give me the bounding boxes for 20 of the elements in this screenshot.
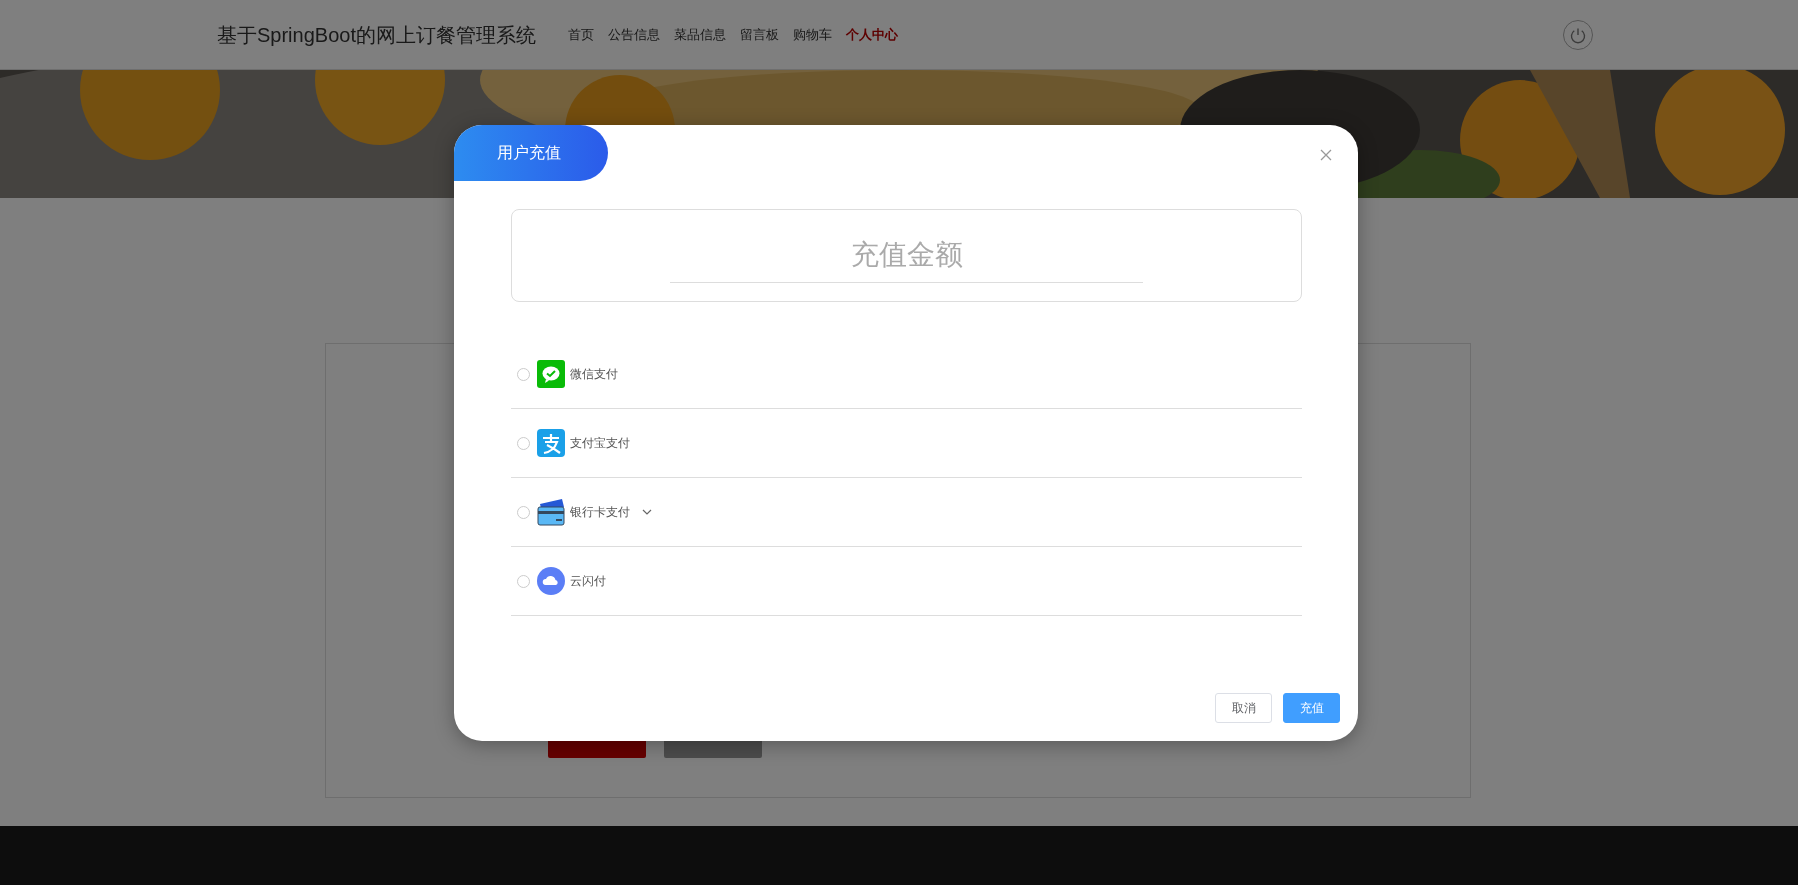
nav-link[interactable]: 个人中心 <box>845 24 898 45</box>
payment-label[interactable]: 微信支付 <box>570 365 618 383</box>
nav-link[interactable]: 留言板 <box>739 24 779 45</box>
payment-label[interactable]: 银行卡支付 <box>570 503 630 521</box>
bank-card-icon <box>537 498 565 526</box>
payment-label[interactable]: 云闪付 <box>570 572 606 590</box>
cloud-icon <box>537 567 565 595</box>
nav-link[interactable]: 购物车 <box>792 24 832 45</box>
site-title: 基于SpringBoot的网上订餐管理系统 <box>217 22 536 48</box>
cancel-button[interactable]: 取消 <box>1215 693 1272 723</box>
nav-link[interactable]: 首页 <box>567 24 594 45</box>
chevron-down-icon[interactable] <box>642 509 652 515</box>
nav-link[interactable]: 菜品信息 <box>673 24 726 45</box>
nav-link[interactable]: 公告信息 <box>607 24 660 45</box>
payment-label[interactable]: 支付宝支付 <box>570 434 630 452</box>
dialog-title: 用户充值 <box>454 125 608 181</box>
wechat-icon <box>537 360 565 388</box>
alipay-icon <box>537 429 565 457</box>
amount-box[interactable]: 充值金额 <box>511 209 1302 302</box>
recharge-button[interactable]: 充值 <box>1283 693 1340 723</box>
